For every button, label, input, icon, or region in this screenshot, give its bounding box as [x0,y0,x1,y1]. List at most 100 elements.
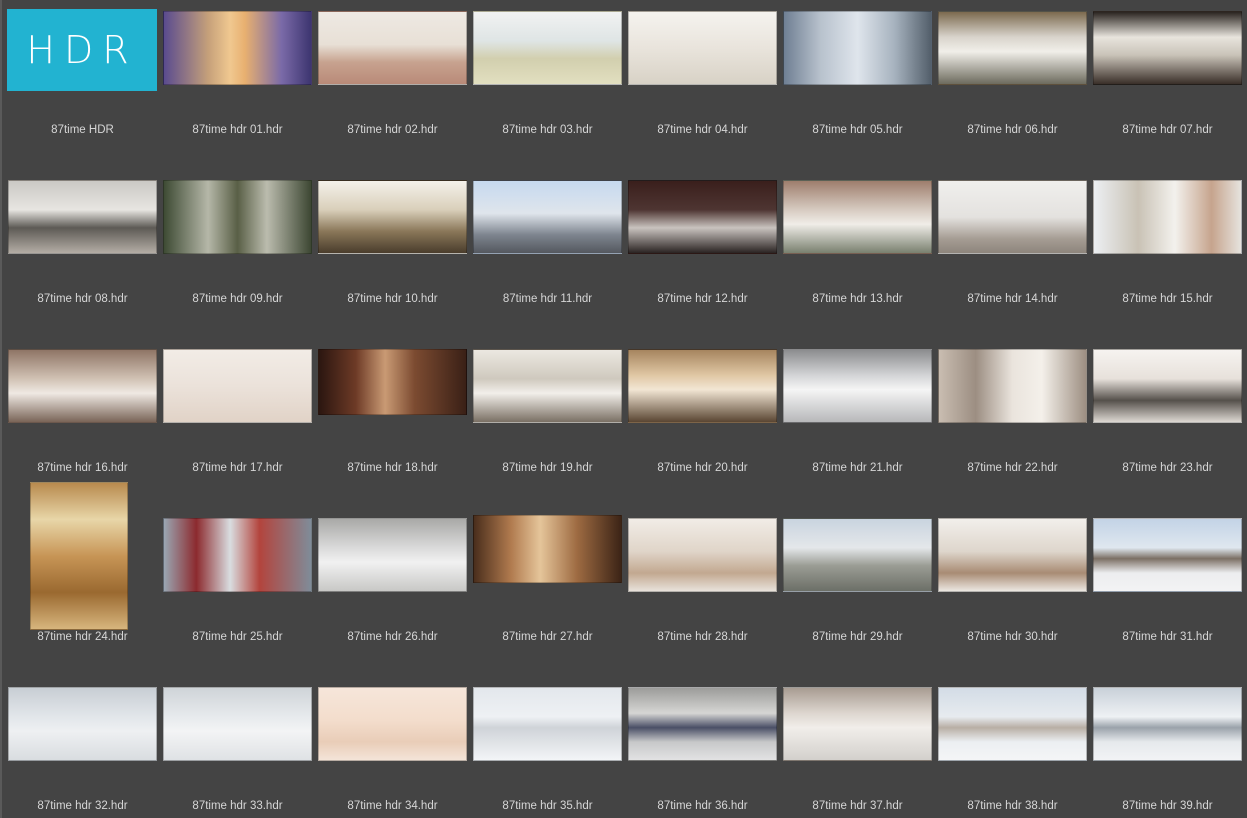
thumbnail-image[interactable] [163,180,312,254]
thumbnail-item[interactable]: 87time hdr 01.hdr [160,0,315,169]
thumbnail-item[interactable]: 87time hdr 03.hdr [470,0,625,169]
thumbnail-image[interactable] [318,11,467,85]
thumbnail-item[interactable]: 87time hdr 07.hdr [1090,0,1245,169]
thumbnail-filename: 87time hdr 25.hdr [192,631,283,643]
thumbnail-item[interactable]: 87time hdr 39.hdr [1090,676,1245,818]
thumbnail-item[interactable]: 87time hdr 05.hdr [780,0,935,169]
thumbnail-image[interactable] [163,11,312,85]
thumbnail-item[interactable]: 87time hdr 10.hdr [315,169,470,338]
thumbnail-image[interactable] [473,687,622,761]
thumbnail-frame[interactable] [780,676,935,818]
thumbnail-filename: 87time hdr 02.hdr [347,124,438,136]
hdr-logo-thumbnail[interactable]: HDR [7,9,157,91]
thumbnail-image[interactable] [938,687,1087,761]
thumbnail-item[interactable]: 87time hdr 32.hdr [5,676,160,818]
thumbnail-item[interactable]: 87time hdr 30.hdr [935,507,1090,676]
thumbnail-item[interactable]: HDR 87time HDR [5,0,160,169]
thumbnail-item[interactable]: 87time hdr 04.hdr [625,0,780,169]
thumbnail-image[interactable] [473,11,622,85]
thumbnail-image[interactable] [1093,687,1242,761]
thumbnail-image[interactable] [783,11,932,85]
thumbnail-item[interactable]: 87time hdr 20.hdr [625,338,780,507]
thumbnail-image[interactable] [628,349,777,423]
thumbnail-item[interactable]: 87time hdr 33.hdr [160,676,315,818]
thumbnail-image[interactable] [628,687,777,761]
thumbnail-image[interactable] [1093,349,1242,423]
thumbnail-image[interactable] [783,349,932,423]
thumbnail-item[interactable]: 87time hdr 31.hdr [1090,507,1245,676]
thumbnail-item[interactable]: 87time hdr 22.hdr [935,338,1090,507]
thumbnail-image[interactable] [783,518,932,592]
thumbnail-image[interactable] [1093,518,1242,592]
thumbnail-image[interactable] [163,518,312,592]
thumbnail-frame[interactable] [935,676,1090,818]
thumbnail-filename: 87time hdr 01.hdr [192,124,283,136]
thumbnail-item[interactable]: 87time hdr 18.hdr [315,338,470,507]
thumbnail-frame[interactable] [470,676,625,818]
thumbnail-filename: 87time hdr 05.hdr [812,124,903,136]
thumbnail-frame[interactable] [625,676,780,818]
thumbnail-image[interactable] [1093,180,1242,254]
thumbnail-item[interactable]: 87time hdr 02.hdr [315,0,470,169]
thumbnail-image[interactable] [628,180,777,254]
thumbnail-item[interactable]: 87time hdr 34.hdr [315,676,470,818]
thumbnail-item[interactable]: 87time hdr 38.hdr [935,676,1090,818]
thumbnail-item[interactable]: 87time hdr 23.hdr [1090,338,1245,507]
thumbnail-image[interactable] [318,349,467,415]
thumbnail-item[interactable]: 87time hdr 25.hdr [160,507,315,676]
thumbnail-image[interactable] [938,180,1087,254]
thumbnail-filename: 87time hdr 17.hdr [192,462,283,474]
thumbnail-image[interactable] [628,518,777,592]
thumbnail-filename: 87time hdr 24.hdr [37,631,128,643]
thumbnail-frame[interactable] [1090,676,1245,818]
thumbnail-image[interactable] [8,180,157,254]
thumbnail-image[interactable] [473,515,622,583]
thumbnail-item[interactable]: 87time hdr 08.hdr [5,169,160,338]
thumbnail-item[interactable]: 87time hdr 21.hdr [780,338,935,507]
thumbnail-item[interactable]: 87time hdr 29.hdr [780,507,935,676]
thumbnail-item[interactable]: 87time hdr 15.hdr [1090,169,1245,338]
thumbnail-image[interactable] [1093,11,1242,85]
thumbnail-filename: 87time hdr 28.hdr [657,631,748,643]
thumbnail-filename: 87time hdr 18.hdr [347,462,438,474]
thumbnail-item[interactable]: 87time hdr 27.hdr [470,507,625,676]
thumbnail-image[interactable] [783,180,932,254]
thumbnail-item[interactable]: 87time hdr 17.hdr [160,338,315,507]
thumbnail-image[interactable] [318,180,467,254]
thumbnail-item[interactable]: 87time hdr 12.hdr [625,169,780,338]
thumbnail-image[interactable] [8,687,157,761]
thumbnail-image[interactable] [163,349,312,423]
thumbnail-item[interactable]: 87time hdr 19.hdr [470,338,625,507]
thumbnail-item[interactable]: 87time hdr 36.hdr [625,676,780,818]
thumbnail-image[interactable] [473,180,622,254]
thumbnail-image[interactable] [783,687,932,761]
thumbnail-image[interactable] [318,518,467,592]
thumbnail-item[interactable]: 87time hdr 28.hdr [625,507,780,676]
thumbnail-image[interactable] [163,687,312,761]
thumbnail-image[interactable] [8,349,157,423]
thumbnail-item[interactable]: 87time hdr 35.hdr [470,676,625,818]
thumbnail-image[interactable] [938,11,1087,85]
thumbnail-frame[interactable] [5,676,160,818]
thumbnail-item[interactable]: 87time hdr 24.hdr [5,482,160,676]
thumbnail-item[interactable]: 87time hdr 09.hdr [160,169,315,338]
thumbnail-filename: 87time hdr 04.hdr [657,124,748,136]
thumbnail-item[interactable]: 87time hdr 11.hdr [470,169,625,338]
thumbnail-image[interactable] [30,482,128,630]
thumbnail-filename: 87time hdr 10.hdr [347,293,438,305]
thumbnail-frame[interactable] [315,676,470,818]
hdr-logo-text: HDR [26,28,138,72]
thumbnail-filename: 87time hdr 08.hdr [37,293,128,305]
thumbnail-item[interactable]: 87time hdr 13.hdr [780,169,935,338]
thumbnail-image[interactable] [938,349,1087,423]
thumbnail-item[interactable]: 87time hdr 37.hdr [780,676,935,818]
thumbnail-image[interactable] [938,518,1087,592]
thumbnail-item[interactable]: 87time hdr 14.hdr [935,169,1090,338]
thumbnail-image[interactable] [628,11,777,85]
thumbnail-item[interactable]: 87time hdr 06.hdr [935,0,1090,169]
thumbnail-grid: HDR 87time HDR 87time hdr 01.hdr 87time hdr… [2,0,1247,818]
thumbnail-image[interactable] [473,349,622,423]
thumbnail-image[interactable] [318,687,467,761]
thumbnail-frame[interactable] [160,676,315,818]
thumbnail-item[interactable]: 87time hdr 26.hdr [315,507,470,676]
